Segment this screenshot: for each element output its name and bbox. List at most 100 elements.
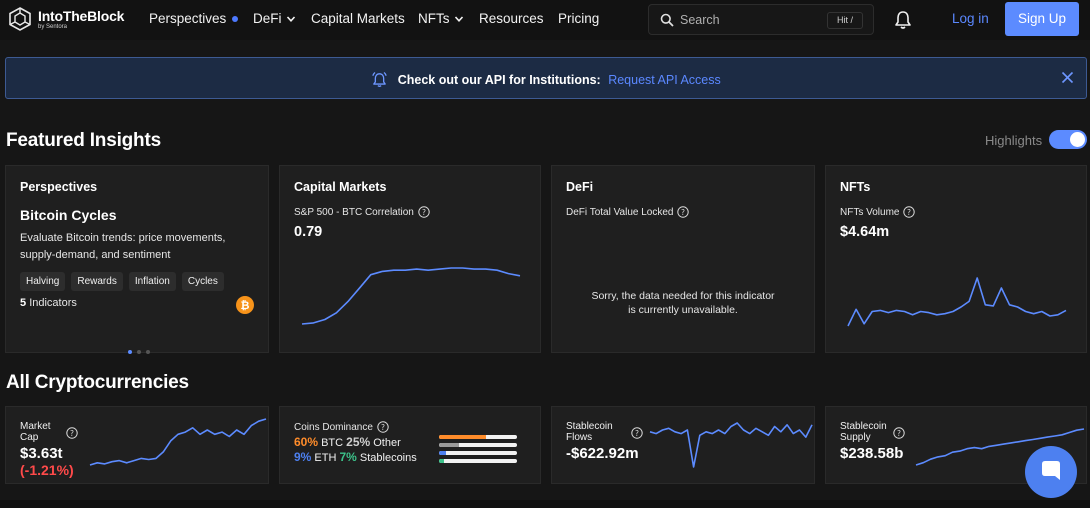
chat-widget-button[interactable] <box>1025 446 1077 498</box>
tag-list: Halving Rewards Inflation Cycles <box>20 272 230 291</box>
sparkline-series <box>847 277 1067 327</box>
nav-resources-label: Resources <box>479 11 544 26</box>
svg-text:₿: ₿ <box>241 299 250 312</box>
banner-text: Check out our API for Institutions: <box>397 73 601 87</box>
nav-capital-markets[interactable]: Capital Markets <box>311 11 405 26</box>
metric-value: $3.63t <box>20 445 63 462</box>
perspectives-card[interactable]: Perspectives Bitcoin Cycles Evaluate Bit… <box>5 165 269 354</box>
dominance-bar <box>439 443 517 447</box>
toggle-knob <box>1070 132 1085 147</box>
tag[interactable]: Inflation <box>128 272 176 291</box>
metric-value: 0.79 <box>294 224 323 240</box>
btc-label: BTC <box>321 437 344 449</box>
other-percent: 25% <box>346 435 371 449</box>
tag[interactable]: Cycles <box>181 272 224 291</box>
tag[interactable]: Halving <box>20 272 66 291</box>
signup-button[interactable]: Sign Up <box>1005 2 1079 36</box>
search-icon <box>660 13 674 27</box>
tag[interactable]: Rewards <box>71 272 123 291</box>
metric-change: (-1.21%) <box>20 462 74 478</box>
coins-dominance-card[interactable]: Coins Dominance ? 60% BTC 25% Other 9% E… <box>279 406 541 484</box>
logo-name: IntoTheBlock <box>38 7 125 24</box>
nav-pricing-label: Pricing <box>558 11 600 26</box>
bitcoin-icon: ₿ <box>236 296 254 314</box>
request-api-access-link[interactable]: Request API Access <box>608 73 721 87</box>
close-icon[interactable] <box>1061 71 1074 84</box>
dominance-row: 9% ETH 7% Stablecoins <box>294 450 417 464</box>
svg-text:?: ? <box>897 429 901 438</box>
nav-capital-markets-label: Capital Markets <box>311 11 405 26</box>
chat-bubble-icon <box>1042 461 1060 480</box>
sparkline-chart <box>649 422 813 468</box>
nav-perspectives[interactable]: Perspectives <box>149 11 239 26</box>
sparkline-series <box>89 418 267 466</box>
svg-text:?: ? <box>70 429 74 438</box>
logo-subtitle: by Sentora <box>38 23 68 30</box>
carousel-dot[interactable] <box>146 350 150 354</box>
featured-insights-title: Featured Insights <box>6 130 161 151</box>
help-icon[interactable]: ? <box>893 427 905 439</box>
nav-perspectives-label: Perspectives <box>149 11 227 26</box>
capital-markets-card[interactable]: Capital Markets S&P 500 - BTC Correlatio… <box>279 165 541 353</box>
nav-defi[interactable]: DeFi <box>253 11 296 26</box>
top-navigation: IntoTheBlock by Sentora Perspectives DeF… <box>0 0 1090 40</box>
help-icon[interactable]: ? <box>377 421 389 433</box>
carousel-dots[interactable] <box>128 350 155 354</box>
sparkline-chart <box>89 418 267 466</box>
defi-card[interactable]: DeFi DeFi Total Value Locked ? Sorry, th… <box>551 165 815 353</box>
unavailable-line: Sorry, the data needed for this indicato… <box>591 290 775 302</box>
metric-name: DeFi Total Value Locked <box>566 206 674 218</box>
search-shortcut-hint: Hit / <box>826 12 863 29</box>
sparkline-chart <box>301 267 521 325</box>
metric-value: -$622.92m <box>566 445 639 462</box>
notification-bell-icon[interactable] <box>894 10 912 30</box>
card-title: DeFi <box>566 180 594 194</box>
nfts-card[interactable]: NFTs NFTs Volume ? $4.64m <box>825 165 1087 353</box>
highlights-label: Highlights <box>985 133 1043 148</box>
indicators-number: 5 <box>20 297 27 309</box>
nav-nfts-label: NFTs <box>418 11 450 26</box>
nav-pricing[interactable]: Pricing <box>558 11 599 26</box>
metric-label: Coins Dominance ? <box>294 421 389 433</box>
metric-label: DeFi Total Value Locked ? <box>566 206 690 218</box>
highlights-toggle[interactable] <box>1049 130 1087 149</box>
help-icon[interactable]: ? <box>418 206 430 218</box>
sparkline-series <box>301 267 521 325</box>
alarm-bell-icon <box>372 72 387 88</box>
data-unavailable-message: Sorry, the data needed for this indicato… <box>552 289 814 317</box>
dominance-bar-fill <box>439 459 445 463</box>
new-indicator-dot <box>232 15 239 22</box>
metric-label: S&P 500 - BTC Correlation ? <box>294 206 430 218</box>
logo-icon <box>9 7 31 31</box>
api-banner: Check out our API for Institutions: Requ… <box>5 57 1087 99</box>
stablecoin-flows-card[interactable]: Stablecoin Flows ? -$622.92m <box>551 406 815 484</box>
dominance-row: 60% BTC 25% Other <box>294 435 401 449</box>
nav-defi-label: DeFi <box>253 11 282 26</box>
dominance-bar <box>439 451 517 455</box>
search-input[interactable]: Search Hit / <box>648 4 874 35</box>
nav-nfts[interactable]: NFTs <box>418 11 464 26</box>
help-icon[interactable]: ? <box>903 206 916 218</box>
svg-text:?: ? <box>681 208 685 217</box>
chevron-down-icon <box>286 15 295 22</box>
page-footer-strip <box>0 500 1090 508</box>
logo[interactable]: IntoTheBlock by Sentora <box>8 7 124 31</box>
svg-text:?: ? <box>907 208 911 217</box>
carousel-dot[interactable] <box>128 350 132 354</box>
carousel-dot[interactable] <box>137 350 141 354</box>
card-title: Stablecoin Flows <box>566 421 613 443</box>
all-cryptocurrencies-title: All Cryptocurrencies <box>6 372 189 393</box>
help-icon[interactable]: ? <box>631 427 643 439</box>
dominance-bar <box>439 435 517 439</box>
perspective-description: Evaluate Bitcoin trends: price movements… <box>20 232 226 261</box>
help-icon[interactable]: ? <box>66 427 78 439</box>
nav-resources[interactable]: Resources <box>479 11 544 26</box>
market-cap-card[interactable]: Market Cap ? $3.63t (-1.21%) <box>5 406 269 484</box>
metric-name: NFTs Volume <box>840 206 900 218</box>
stablecoins-percent: 7% <box>339 450 357 464</box>
help-icon[interactable]: ? <box>677 206 690 218</box>
perspective-heading: Bitcoin Cycles <box>20 207 117 223</box>
login-link[interactable]: Log in <box>952 11 989 26</box>
metric-name: Coins Dominance <box>294 421 373 433</box>
search-placeholder: Search <box>680 13 720 27</box>
